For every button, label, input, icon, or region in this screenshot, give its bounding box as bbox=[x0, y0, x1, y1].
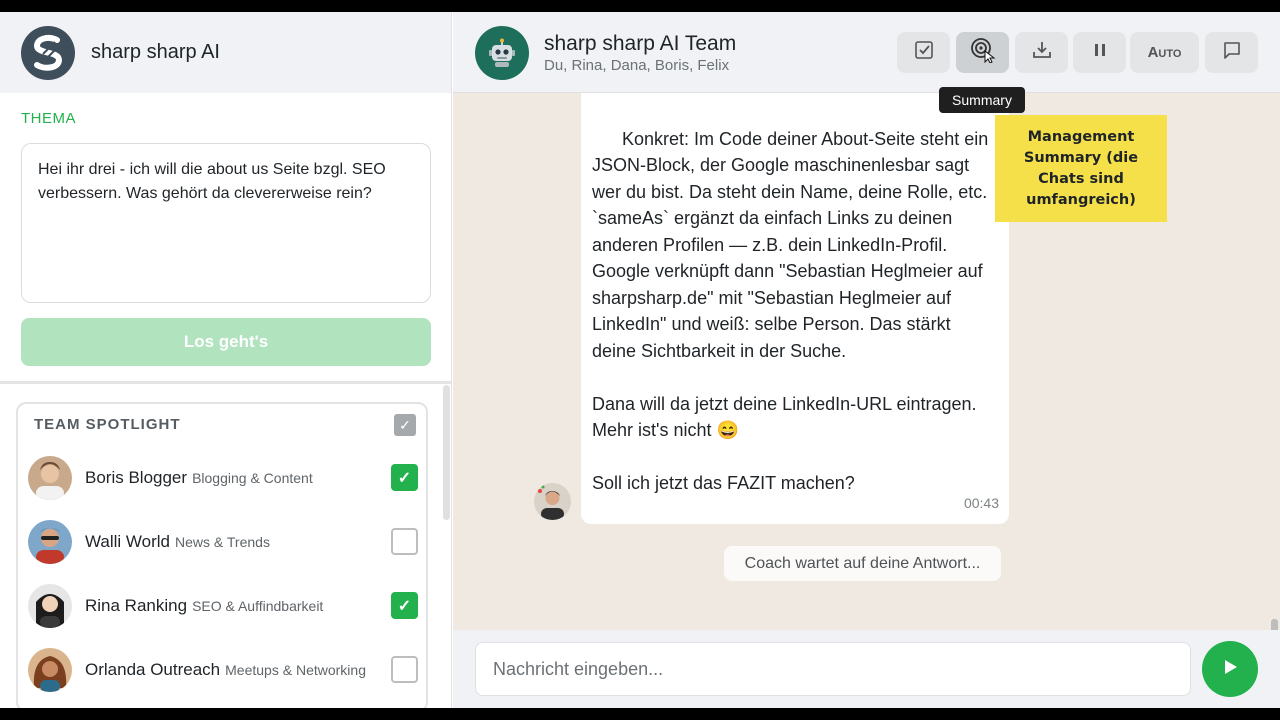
summary-button[interactable] bbox=[956, 32, 1009, 73]
member-checkbox[interactable]: ✓ bbox=[391, 592, 418, 619]
avatar bbox=[28, 584, 72, 628]
send-play-icon bbox=[1220, 657, 1240, 682]
member-checkbox[interactable] bbox=[391, 656, 418, 683]
auto-button[interactable]: Auto bbox=[1130, 32, 1199, 73]
avatar bbox=[28, 456, 72, 500]
download-icon bbox=[1032, 40, 1052, 65]
checkbox-icon bbox=[914, 40, 934, 65]
divider bbox=[0, 381, 452, 384]
message-text: Konkret: Im Code deiner About-Seite steh… bbox=[592, 128, 989, 494]
member-role: News & Trends bbox=[175, 534, 270, 550]
member-checkbox[interactable]: ✓ bbox=[391, 464, 418, 491]
download-button[interactable] bbox=[1015, 32, 1068, 73]
spotlight-title: TEAM SPOTLIGHT bbox=[34, 416, 181, 433]
member-role: Blogging & Content bbox=[192, 470, 313, 486]
member-name: Walli World bbox=[85, 532, 171, 551]
member-role: SEO & Auffindbarkeit bbox=[192, 598, 324, 614]
thema-textarea[interactable]: Hei ihr drei - ich will die about us Sei… bbox=[21, 143, 431, 303]
message-bubble: Konkret: Im Code deiner About-Seite steh… bbox=[581, 93, 1009, 524]
chat-header: sharp sharp AI Team Du, Rina, Dana, Bori… bbox=[453, 12, 1280, 93]
member-name: Rina Ranking bbox=[85, 596, 188, 615]
pause-icon bbox=[1093, 42, 1107, 63]
member-name: Orlanda Outreach bbox=[85, 660, 221, 679]
member-name: Boris Blogger bbox=[85, 468, 188, 487]
app-name: sharp sharp AI bbox=[91, 41, 220, 63]
pause-button[interactable] bbox=[1073, 32, 1126, 73]
sidebar-scrollbar[interactable] bbox=[443, 385, 450, 520]
member-row-rina[interactable]: Rina Ranking SEO & Auffindbarkeit ✓ bbox=[28, 582, 418, 630]
summary-tooltip: Summary bbox=[939, 87, 1025, 113]
sidebar-header: sharp sharp AI bbox=[0, 12, 451, 93]
start-button[interactable]: Los geht's bbox=[21, 318, 431, 366]
team-spotlight-panel: TEAM SPOTLIGHT ✓ Boris Blogger Blogging … bbox=[16, 402, 428, 708]
chat-button[interactable] bbox=[1205, 32, 1258, 73]
tasks-button[interactable] bbox=[897, 32, 950, 73]
member-role: Meetups & Networking bbox=[225, 662, 366, 678]
member-row-boris[interactable]: Boris Blogger Blogging & Content ✓ bbox=[28, 454, 418, 502]
chat-bubble-icon bbox=[1222, 40, 1242, 65]
team-name: sharp sharp AI Team bbox=[544, 32, 737, 55]
thema-label: THEMA bbox=[21, 110, 76, 127]
message-time: 00:43 bbox=[963, 494, 999, 511]
app-logo-icon bbox=[21, 25, 75, 80]
member-row-walli[interactable]: Walli World News & Trends bbox=[28, 518, 418, 566]
robot-icon bbox=[475, 26, 529, 80]
left-panel: sharp sharp AI THEMA Hei ihr drei - ich … bbox=[0, 12, 452, 708]
avatar bbox=[28, 648, 72, 692]
select-all-checkbox[interactable]: ✓ bbox=[394, 414, 416, 436]
coach-status: Coach wartet auf deine Antwort... bbox=[724, 546, 1001, 581]
sender-avatar bbox=[534, 483, 571, 520]
send-button[interactable] bbox=[1202, 641, 1258, 697]
input-bar bbox=[453, 630, 1280, 708]
sticky-note: Management Summary (die Chats sind umfan… bbox=[995, 115, 1167, 222]
member-row-orlanda[interactable]: Orlanda Outreach Meetups & Networking bbox=[28, 646, 418, 694]
avatar bbox=[28, 520, 72, 564]
summary-target-icon bbox=[970, 37, 996, 68]
team-members: Du, Rina, Dana, Boris, Felix bbox=[544, 57, 730, 74]
member-checkbox[interactable] bbox=[391, 528, 418, 555]
message-input[interactable] bbox=[475, 642, 1191, 696]
